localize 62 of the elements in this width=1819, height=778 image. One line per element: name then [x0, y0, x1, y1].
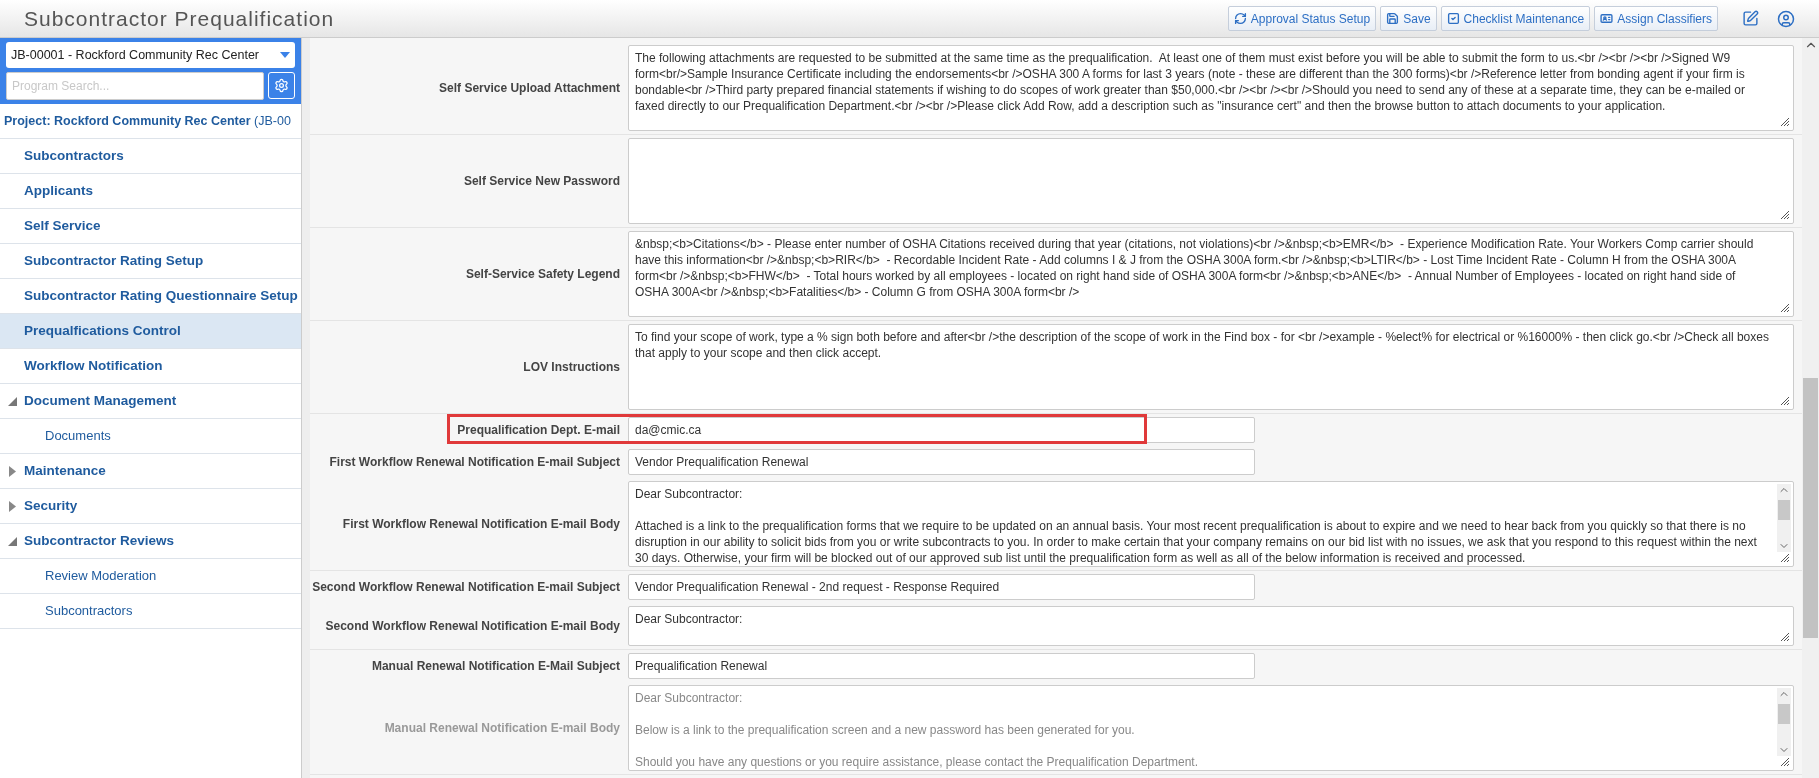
page-title: Subcontractor Prequalification: [24, 5, 335, 32]
textarea-field[interactable]: The following attachments are requested to be submitted at the same time as the prequalification. At least one of them must exist before you will be able to submit the form to us.<br /><br /><br />Signed W9 form<br/>Sample Insurance Certificate including the endorsements<br />OSHA 300 A forms for last 3 years (note - these are different than the 300 forms)<br />Reference letter from bonding agent if your firm is bondable<br />Third party prepared financial statements if wishing to do scopes of work greater than $50,000.<br /><br /><br />Should you need to send any of these at a separate time, they can be e-mailed or faxed directly to our Prequalification Department.<br /><br />Please click Add Row, add a description such as "insurance cert" and then the browse button to attach documents to your application.: [628, 45, 1794, 131]
field-label: Self-Service Safety Legend: [464, 266, 621, 283]
sidebar-item-label: Documents: [44, 427, 111, 446]
edit-icon[interactable]: [1742, 10, 1759, 27]
sidebar-item-label: Document Management: [24, 391, 177, 410]
field-label: Manual Renewal Notification E-mail Body: [383, 720, 621, 737]
sidebar-item-label: Subcontractors: [24, 146, 124, 165]
sidebar-item-label: Self Service: [24, 216, 101, 235]
field-label: First Workflow Renewal Notification E-mail Subject: [328, 454, 621, 471]
field-label: Manual Renewal Notification E-Mail Subject: [370, 658, 621, 675]
sidebar-item[interactable]: Prequalfications Control: [0, 314, 301, 349]
settings-icon: [274, 78, 289, 93]
sidebar-item-label: Workflow Notification: [24, 356, 163, 375]
dropdown-caret-icon: [280, 52, 290, 58]
toolbar-button[interactable]: Approval Status Setup: [1227, 6, 1377, 31]
page-scrollbar[interactable]: [1802, 38, 1819, 778]
field-label: LOV Instructions: [522, 359, 621, 376]
checkbox-icon: [1446, 12, 1460, 25]
settings-button[interactable]: [268, 72, 295, 99]
resize-grip-icon[interactable]: [1780, 632, 1790, 642]
resize-grip-icon[interactable]: [1780, 303, 1790, 313]
expanded-triangle-icon[interactable]: [7, 536, 17, 546]
textarea-field[interactable]: [628, 138, 1794, 224]
field-label: Prequalification Dept. E-mail: [456, 422, 621, 439]
resize-grip-icon[interactable]: [1780, 396, 1790, 406]
resize-grip-icon[interactable]: [1780, 210, 1790, 220]
sidebar-item-label: Security: [24, 496, 78, 515]
text-input-field[interactable]: da@cmic.ca: [628, 417, 1255, 443]
sidebar-item-label: Subcontractor Rating Setup: [24, 251, 204, 270]
toolbar-button[interactable]: Save: [1380, 6, 1437, 31]
field-label: Second Workflow Renewal Notification E-mail Body: [324, 618, 621, 635]
textarea-field[interactable]: Dear Subcontractor: Attached is a link to the prequalification forms that we require to be updated on an annual basis. Your most recent prequalification is about to expire and we need to hear back from you quickly so that there is no disruption in our ability to solicit bids from you or write subcontracts to you. In order to make certain that your company remains on our bid list with no issues, we ask that you respond to this request within the next 30 days. Otherwise, your firm will be blocked out of our approved sub list until the prequalification form as well as all of the below information is received and processed.: [628, 481, 1794, 567]
save-icon: [1386, 12, 1400, 25]
toolbar-button[interactable]: Checklist Maintenance: [1440, 6, 1591, 31]
project-dropdown[interactable]: JB-00001 - Rockford Community Rec Center: [6, 42, 295, 68]
sidebar-item-label: Subcontractors: [44, 602, 133, 621]
textarea-field[interactable]: Dear Subcontractor:: [628, 606, 1794, 646]
text-input-field[interactable]: Vendor Prequalification Renewal - 2nd request - Response Required: [628, 574, 1255, 600]
resize-grip-icon[interactable]: [1780, 117, 1790, 127]
collapsed-triangle-icon[interactable]: [8, 465, 16, 477]
sidebar-item-label: Subcontractor Reviews: [24, 531, 175, 550]
field-label: First Workflow Renewal Notification E-mail Body: [341, 516, 621, 533]
field-label: Self Service Upload Attachment: [438, 80, 621, 97]
resize-grip-icon[interactable]: [1780, 553, 1790, 563]
field-label: Second Workflow Renewal Notification E-mail Subject: [311, 579, 621, 596]
textarea-field[interactable]: &nbsp;<b>Citations</b> - Please enter number of OSHA Citations received during that year (citations, not violations)<br />&nbsp;<b>EMR</b> - Experience Modification Rate. Your Workers Comp carrier should have this information<br />&nbsp;<b>RIR</b> - Recordable Incident Rate - Add columns I & J from the OSHA 300A form.<br />&nbsp;<b>LTIR</b> - Lost Time Incident Rate - Column H from the OSHA 300A form<br />&nbsp;<b>FHW</b> - Total hours worked by all employees - located on right hand side of OSHA 300A form<br />&nbsp;<b>ANE</b> - Annual Number of Employees - located on right hand side of OSHA 300A<br />&nbsp;<b>Fatalities</b> - Column G from OSHA 300A form<br />: [628, 231, 1794, 317]
sidebar-item-label: Subcontractor Rating Questionnaire Setup: [24, 286, 298, 305]
id-card-icon: [1600, 12, 1614, 25]
refresh-icon: [1233, 12, 1247, 25]
user-icon[interactable]: [1777, 9, 1795, 28]
sidebar-item-label: Review Moderation: [44, 567, 157, 586]
sidebar-item-label: Applicants: [24, 181, 93, 200]
collapsed-triangle-icon[interactable]: [8, 500, 16, 512]
sidebar-item-label: Maintenance: [24, 461, 106, 480]
textarea-field[interactable]: To find your scope of work, type a % sign both before and after<br />the description of the scope of work in the Find box - for <br />example - %elect% for electrical or %16000% - then click go.<br />Check all boxes that apply to your scope and then click accept.: [628, 324, 1794, 410]
field-label: Self Service New Password: [462, 173, 621, 190]
sidebar-item-label: Prequalfications Control: [24, 321, 181, 340]
expanded-triangle-icon[interactable]: [7, 396, 17, 406]
text-input-field[interactable]: Prequalification Renewal: [628, 653, 1255, 679]
text-input-field[interactable]: Vendor Prequalification Renewal: [628, 449, 1255, 475]
toolbar-button[interactable]: Assign Classifiers: [1594, 6, 1718, 31]
